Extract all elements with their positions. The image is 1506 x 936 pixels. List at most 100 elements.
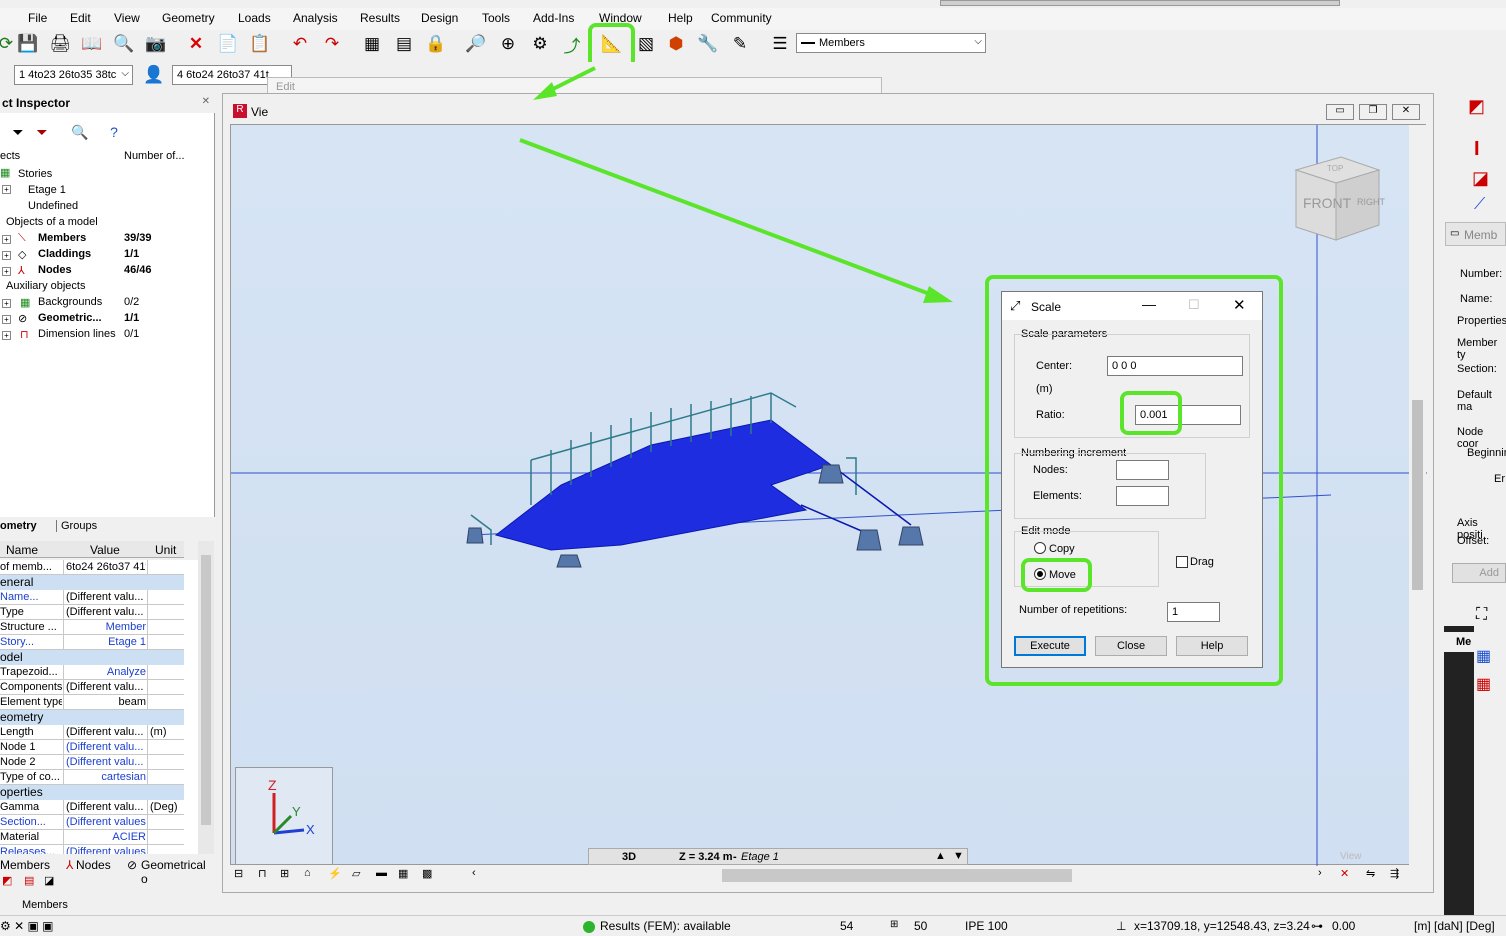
expand-icon[interactable]: + xyxy=(2,315,11,324)
maximize-icon[interactable]: ❐ xyxy=(1359,104,1387,120)
redo-icon[interactable]: ↷ xyxy=(320,32,344,56)
minimize-icon[interactable]: — xyxy=(1142,296,1156,312)
lock-icon[interactable]: 🔒 xyxy=(424,32,448,56)
propgrid-row[interactable]: Releases... (Different values) xyxy=(0,845,184,854)
menu-community[interactable]: Community xyxy=(711,11,772,25)
tab-geometrical[interactable]: Geometrical o xyxy=(141,858,215,886)
copy-radio[interactable] xyxy=(1034,542,1046,554)
chevron-right-icon[interactable]: › xyxy=(1318,867,1322,879)
tab-geometry[interactable]: ometry xyxy=(0,520,37,532)
list-icon[interactable]: ☰ xyxy=(768,32,792,56)
propgrid-scrollbar[interactable] xyxy=(198,541,214,854)
view-tool-icon[interactable]: ⊞ xyxy=(280,867,289,880)
preview-icon[interactable]: 🔍 xyxy=(112,32,136,56)
help-button[interactable]: Help xyxy=(1176,636,1248,656)
zoom-window-icon[interactable]: ⊕ xyxy=(496,32,520,56)
view-tool-icon[interactable]: ⊓ xyxy=(258,867,267,880)
view-tool-icon[interactable]: ▱ xyxy=(352,867,360,880)
wrench-icon[interactable]: 🔧 xyxy=(696,32,720,56)
member-icon[interactable]: ◩ xyxy=(2,874,12,887)
tab-nodes[interactable]: Nodes xyxy=(76,858,111,872)
select-icon[interactable]: ⤴ xyxy=(560,32,584,56)
minimize-icon[interactable]: ▭ xyxy=(1326,104,1354,120)
paste-icon[interactable]: 📋 xyxy=(248,32,272,56)
menu-geometry[interactable]: Geometry xyxy=(162,11,215,25)
search-icon[interactable]: 🔍 xyxy=(68,120,92,144)
tree-nodes[interactable]: Nodes xyxy=(38,264,72,276)
close-button[interactable]: Close xyxy=(1095,636,1167,656)
close-icon[interactable]: ✕ xyxy=(202,96,210,107)
menu-addins[interactable]: Add-Ins xyxy=(533,11,574,25)
propgrid-row[interactable]: Element type beam xyxy=(0,695,184,710)
scrollbar-thumb[interactable] xyxy=(1412,400,1423,590)
tab-groups[interactable]: Groups xyxy=(56,520,101,532)
view-tool-icon[interactable]: ⚡ xyxy=(328,867,342,880)
close-icon[interactable]: ✕ xyxy=(1392,104,1420,120)
scrollbar-thumb[interactable] xyxy=(201,555,211,825)
release-icon[interactable]: ⟋ xyxy=(1474,196,1485,214)
menu-loads[interactable]: Loads xyxy=(238,11,271,25)
mesh-icon[interactable]: ▧ xyxy=(634,32,658,56)
propgrid-row[interactable]: Node 1 (Different valu... xyxy=(0,740,184,755)
menu-tools[interactable]: Tools xyxy=(482,11,510,25)
status-tools-icon[interactable]: ⚙ ✕ ▣ ▣ xyxy=(0,919,54,933)
propgrid-row[interactable]: Name... (Different valu... xyxy=(0,590,184,605)
table-icon[interactable]: ▦ xyxy=(1476,646,1491,666)
chevron-up-icon[interactable]: ▲ xyxy=(935,850,946,862)
tree-undefined[interactable]: Undefined xyxy=(28,200,78,212)
filter-icon[interactable]: ⏷ xyxy=(6,120,30,144)
expand-icon[interactable]: + xyxy=(2,299,11,308)
propgrid-row[interactable]: Story... Etage 1 xyxy=(0,635,184,650)
members-combo[interactable]: Members ⌵ xyxy=(796,33,986,53)
propgrid-row[interactable]: Type (Different valu... xyxy=(0,605,184,620)
help-icon[interactable]: ? xyxy=(102,120,126,144)
clear-filter-icon[interactable]: ⏷ xyxy=(30,120,54,144)
tree-backgrounds[interactable]: Backgrounds xyxy=(38,296,102,308)
propgrid-row[interactable]: of memb... 6to24 26to37 41to... xyxy=(0,560,184,575)
tree-geometric[interactable]: Geometric... xyxy=(38,312,102,324)
viewport-vscroll[interactable] xyxy=(1409,125,1426,866)
view-tool-icon[interactable]: ✕ xyxy=(1340,867,1349,880)
view-tool-icon[interactable]: ▩ xyxy=(422,867,432,880)
propgrid-row[interactable]: Section... (Different values) xyxy=(0,815,184,830)
table2-icon[interactable]: ▤ xyxy=(392,32,416,56)
add-button[interactable]: Add xyxy=(1452,563,1506,583)
expand-icon[interactable]: + xyxy=(2,235,11,244)
tree-members[interactable]: Members xyxy=(38,232,86,244)
propgrid-row[interactable]: Material ACIER xyxy=(0,830,184,845)
menu-edit[interactable]: Edit xyxy=(70,11,91,25)
expand-icon[interactable]: + xyxy=(2,331,11,340)
menu-analysis[interactable]: Analysis xyxy=(293,11,338,25)
member-define-icon[interactable]: ◩ xyxy=(1468,96,1485,117)
menu-results[interactable]: Results xyxy=(360,11,400,25)
propgrid-row[interactable]: Length (Different valu... (m) xyxy=(0,725,184,740)
book-icon[interactable]: 📖 xyxy=(80,32,104,56)
grid-icon[interactable]: ▦ xyxy=(1476,674,1491,694)
expand-icon[interactable]: + xyxy=(2,251,11,260)
screenshot-icon[interactable]: 📷 xyxy=(144,32,168,56)
drag-checkbox[interactable] xyxy=(1176,556,1188,568)
member-selection-combo[interactable]: 1 4to23 26to35 38tc ⌵ xyxy=(14,65,133,85)
view-tool-icon[interactable]: ▦ xyxy=(398,867,408,880)
copy-icon[interactable]: 📄 xyxy=(216,32,240,56)
menu-design[interactable]: Design xyxy=(421,11,458,25)
table-icon[interactable]: ▦ xyxy=(360,32,384,56)
print-icon[interactable]: 🖨 xyxy=(48,32,72,56)
propgrid-row[interactable]: Structure ... Member xyxy=(0,620,184,635)
node-select-icon[interactable]: 👤 xyxy=(142,63,166,87)
profile-icon[interactable]: ⛶ xyxy=(1476,606,1487,624)
roof-cladding[interactable] xyxy=(494,419,833,551)
section-icon[interactable]: I xyxy=(1474,138,1480,161)
cube-icon[interactable]: ⬢ xyxy=(664,32,688,56)
view-tool-icon[interactable]: ⌂ xyxy=(304,867,311,879)
delete-member-icon[interactable]: ▤ xyxy=(24,874,34,887)
propgrid-row[interactable]: Components (Different valu... xyxy=(0,680,184,695)
edit-member-icon[interactable]: ◪ xyxy=(44,874,54,887)
expand-icon[interactable]: + xyxy=(2,267,11,276)
tree-dimension-lines[interactable]: Dimension lines xyxy=(38,328,116,340)
tree-etage[interactable]: Etage 1 xyxy=(28,184,66,196)
center-input[interactable]: 0 0 0 xyxy=(1107,356,1243,376)
elements-increment-input[interactable] xyxy=(1116,486,1169,506)
tree-stories[interactable]: Stories xyxy=(18,168,52,180)
view-tool-icon[interactable]: ⇶ xyxy=(1390,867,1399,880)
